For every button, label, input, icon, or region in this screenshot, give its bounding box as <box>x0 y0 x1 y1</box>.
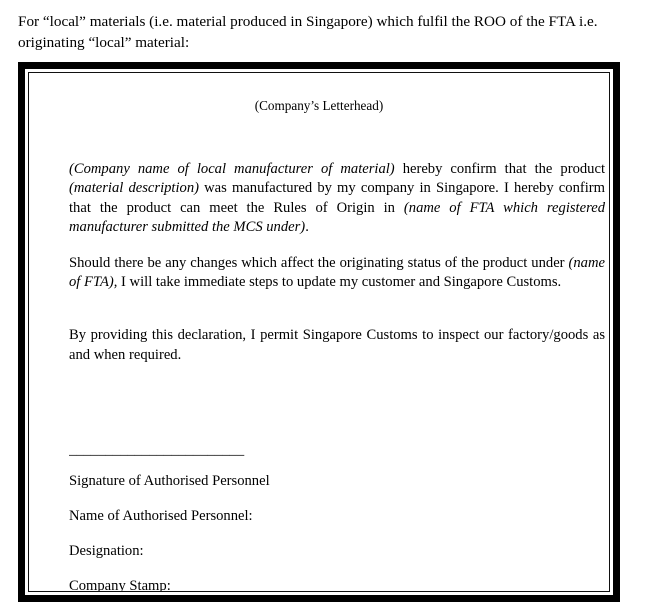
signature-rule: ________________________ <box>69 443 245 458</box>
paragraph-2-text-b: , I will take immediate steps to update … <box>113 274 562 291</box>
paragraph-1-text-a: hereby confirm that the product <box>394 161 605 177</box>
intro-paragraph: For “local” materials (i.e. material pro… <box>18 13 598 51</box>
paragraph-1-text-c: . <box>305 219 309 236</box>
designation-label: Designation: <box>69 543 144 560</box>
placeholder-company-name: (Company name of local manufacturer of m… <box>69 161 395 177</box>
letter-frame-inner: (Company’s Letterhead) (Company name of … <box>28 72 610 592</box>
paragraph-declaration: (Company name of local manufacturer of m… <box>69 160 605 238</box>
signature-label: Signature of Authorised Personnel <box>69 473 270 490</box>
company-stamp-label: Company Stamp: <box>69 578 171 592</box>
letter-body: (Company’s Letterhead) (Company name of … <box>29 73 609 591</box>
paragraph-2-text-a: Should there be any changes which affect… <box>69 254 569 271</box>
letter-paragraphs: (Company name of local manufacturer of m… <box>69 160 605 365</box>
placeholder-material-description: (material description) <box>69 180 199 197</box>
letter-frame-outer: (Company’s Letterhead) (Company name of … <box>18 62 620 602</box>
paragraph-changes-notice: Should there be any changes which affect… <box>69 254 605 293</box>
name-label: Name of Authorised Personnel: <box>69 508 253 525</box>
company-letterhead-heading: (Company’s Letterhead) <box>254 98 384 113</box>
paragraph-inspection-permission: By providing this declaration, I permit … <box>69 327 605 363</box>
signature-block: ________________________ Signature of Au… <box>69 443 429 592</box>
